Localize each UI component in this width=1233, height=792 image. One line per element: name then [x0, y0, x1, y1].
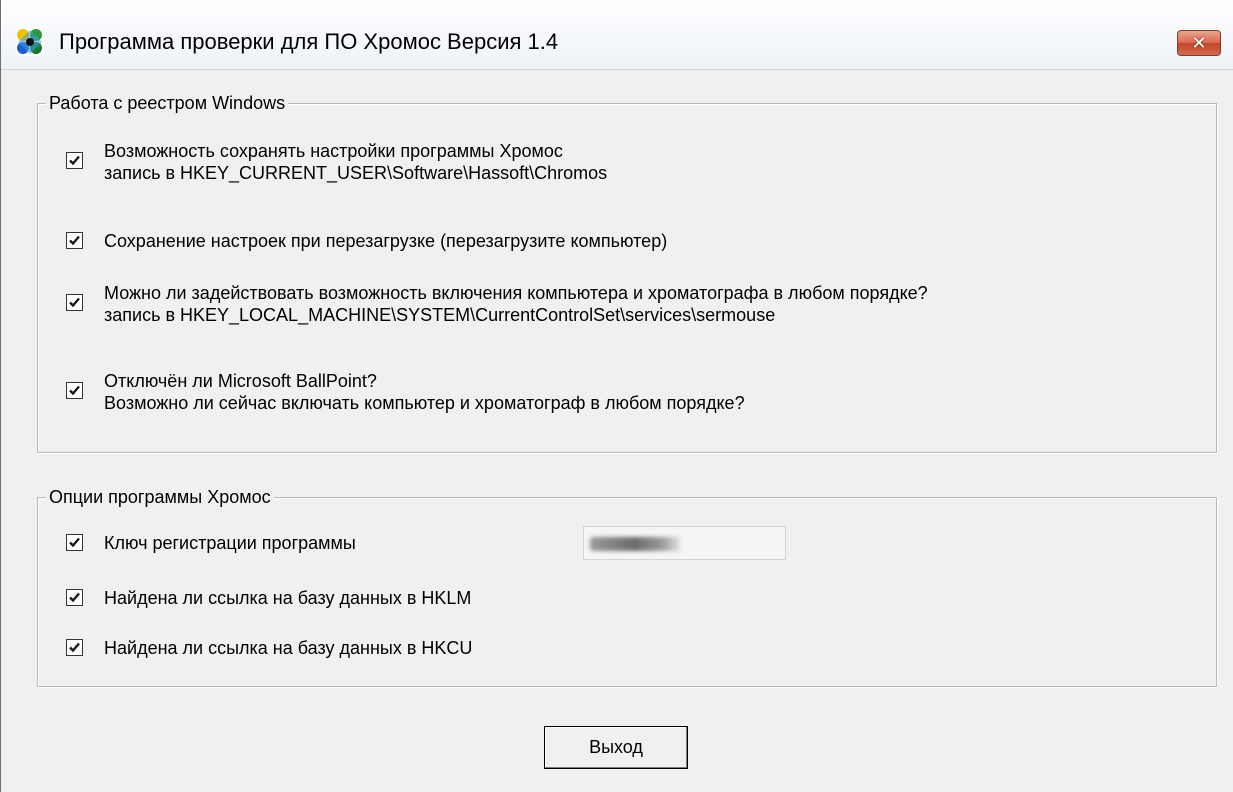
checkbox[interactable]	[66, 589, 83, 606]
checkbox-label: Сохранение настроек при перезагрузке (пе…	[104, 231, 668, 251]
close-icon: ✕	[1191, 32, 1207, 53]
main-window: Программа проверки для ПО Хромос Версия …	[0, 0, 1233, 792]
exit-button[interactable]: Выход	[544, 726, 688, 769]
redacted-key-value	[590, 537, 680, 551]
checkbox-label: Найдена ли ссылка на базу данных в HKLM	[104, 588, 472, 608]
checkbox-label: Можно ли задействовать возможность включ…	[104, 283, 928, 325]
checkbox[interactable]	[66, 294, 83, 311]
checkbox[interactable]	[66, 382, 83, 399]
window-title: Программа проверки для ПО Хромос Версия …	[59, 29, 559, 54]
checkbox[interactable]	[66, 639, 83, 656]
checkmark-icon	[69, 385, 80, 396]
checkbox-label: Найдена ли ссылка на базу данных в HKCU	[104, 638, 473, 658]
registration-key-field[interactable]	[583, 526, 786, 560]
checkbox[interactable]	[66, 534, 83, 551]
title-bar[interactable]: Программа проверки для ПО Хромос Версия …	[1, 0, 1233, 70]
checkbox-label: Отключён ли Microsoft BallPoint? Возможн…	[104, 371, 745, 413]
registry-group-legend: Работа с реестром Windows	[46, 91, 289, 115]
checkbox-label: Ключ регистрации программы	[104, 533, 356, 553]
chromos-app-icon	[16, 28, 44, 56]
checkbox[interactable]	[66, 152, 83, 169]
checkmark-icon	[69, 297, 80, 308]
checkmark-icon	[69, 235, 80, 246]
close-button[interactable]: ✕	[1177, 30, 1221, 56]
checkmark-icon	[69, 592, 80, 603]
registry-groupbox: Работа с реестром Windows Возможность со…	[37, 91, 1217, 453]
options-group-legend: Опции программы Хромос	[46, 485, 274, 509]
checkbox-label: Возможность сохранять настройки программ…	[104, 141, 608, 183]
checkmark-icon	[69, 537, 80, 548]
checkbox[interactable]	[66, 232, 83, 249]
checkmark-icon	[69, 155, 80, 166]
options-groupbox: Опции программы Хромос Ключ регистрации …	[37, 485, 1217, 687]
checkmark-icon	[69, 642, 80, 653]
